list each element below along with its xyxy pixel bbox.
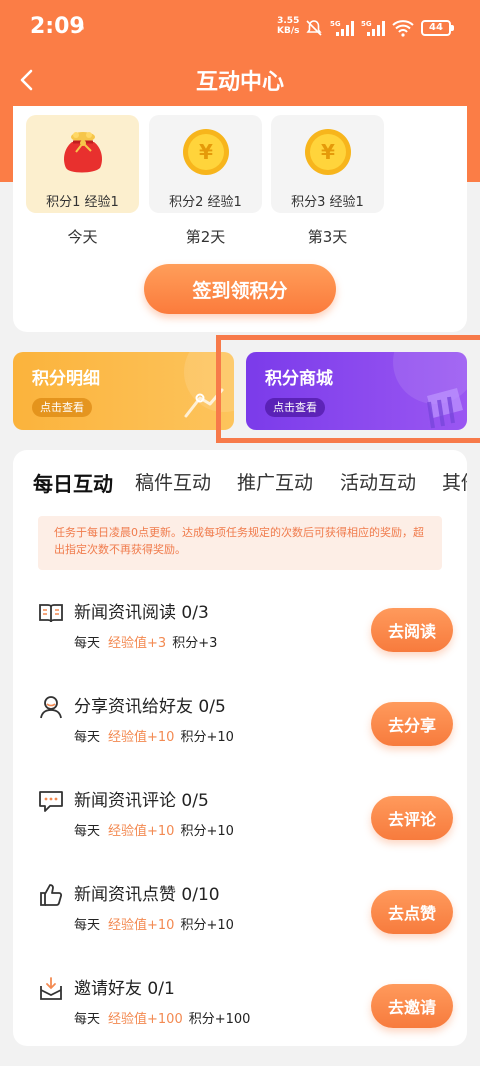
wifi-icon: [392, 20, 414, 37]
checkin-day-label: 今天: [67, 228, 98, 246]
checkin-card: 积分1 经验1 今天 ¥ 积分2 经验1 第2天 ¥ 积分3 经验1 第3天 签…: [13, 106, 467, 332]
tab-activity[interactable]: 活动互动: [340, 468, 416, 495]
status-icons: 5G 5G 44: [305, 16, 454, 40]
signal-5g-icon: 5G: [361, 20, 385, 36]
tab-other[interactable]: 其他: [442, 468, 467, 495]
task-reward: 每天 经验值+10 积分+10: [74, 824, 234, 839]
thumbs-up-icon: [40, 884, 63, 906]
promo-title: 积分明细: [32, 369, 100, 389]
svg-text:¥: ¥: [321, 140, 335, 164]
tab-daily[interactable]: 每日互动: [33, 468, 113, 497]
invite-mail-icon: [40, 977, 62, 1000]
task-title: 新闻资讯评论 0/5: [74, 791, 209, 811]
promo-title: 积分商城: [265, 369, 333, 389]
task-panel: 每日互动 稿件互动 推广互动 活动互动 其他 任务于每日凌晨0点更新。达成每项任…: [13, 450, 467, 1046]
checkin-day-label: 第2天: [185, 228, 226, 246]
network-speed: 3.55 KB/s: [277, 16, 300, 36]
status-time: 2:09: [30, 14, 85, 39]
task-invite-button[interactable]: 去邀请: [371, 984, 453, 1028]
app-header: 互动中心: [0, 56, 480, 106]
signal-5g-icon: 5G: [330, 20, 354, 36]
checkin-reward: 积分1 经验1: [46, 195, 119, 210]
svg-text:5G: 5G: [330, 20, 341, 28]
checkin-day-label: 第3天: [307, 228, 348, 246]
mute-icon: [306, 20, 322, 36]
task-title: 邀请好友 0/1: [74, 979, 175, 999]
task-share-button[interactable]: 去分享: [371, 702, 453, 746]
signin-button[interactable]: 签到领积分: [144, 264, 336, 314]
task-comment-button[interactable]: 去评论: [371, 796, 453, 840]
checkin-reward: 积分3 经验1: [291, 195, 364, 210]
checkin-day-1[interactable]: 积分1 经验1 今天: [26, 115, 139, 247]
chart-line-icon: [184, 352, 234, 418]
task-item: 分享资讯给好友 0/5 每天 经验值+10 积分+10 去分享: [38, 688, 453, 758]
svg-text:5G: 5G: [361, 20, 372, 28]
task-reward: 每天 经验值+10 积分+10: [74, 918, 234, 933]
task-notice: 任务于每日凌晨0点更新。达成每项任务规定的次数后可获得相应的奖励，超出指定次数不…: [38, 516, 442, 570]
gold-coin-icon: ¥: [305, 129, 351, 175]
tab-promotion[interactable]: 推广互动: [237, 468, 313, 495]
red-gift-bag-icon: [64, 132, 102, 173]
checkin-day-box: 积分1 经验1: [26, 115, 139, 213]
book-icon: [39, 604, 63, 623]
task-read-button[interactable]: 去阅读: [371, 608, 453, 652]
notification-dot: [80, 26, 84, 30]
points-mall-card[interactable]: 积分商城 点击查看: [246, 352, 467, 430]
points-detail-card[interactable]: 积分明细 点击查看: [13, 352, 234, 430]
checkin-day-box: ¥ 积分2 经验1: [149, 115, 262, 213]
task-reward: 每天 经验值+100 积分+100: [74, 1012, 251, 1027]
comment-icon: [39, 791, 63, 812]
checkin-day-box: ¥ 积分3 经验1: [271, 115, 384, 213]
page-title: 互动中心: [195, 70, 284, 95]
status-bar: 2:09 3.55 KB/s 5G 5G 44: [0, 0, 480, 56]
task-like-button[interactable]: 去点赞: [371, 890, 453, 934]
task-title: 新闻资讯点赞 0/10: [74, 885, 220, 905]
gold-coin-icon: ¥: [183, 129, 229, 175]
task-item: 新闻资讯阅读 0/3 每天 经验值+3 积分+3 去阅读: [38, 594, 453, 664]
task-reward: 每天 经验值+3 积分+3: [74, 636, 218, 651]
checkin-day-3[interactable]: ¥ 积分3 经验1 第3天: [271, 115, 384, 247]
task-item: 邀请好友 0/1 每天 经验值+100 积分+100 去邀请: [38, 970, 453, 1040]
battery-icon: 44: [421, 20, 454, 36]
checkin-day-2[interactable]: ¥ 积分2 经验1 第2天: [149, 115, 262, 247]
share-user-icon: [40, 696, 62, 719]
tab-manuscript[interactable]: 稿件互动: [135, 468, 211, 495]
task-reward: 每天 经验值+10 积分+10: [74, 730, 234, 745]
task-item: 新闻资讯评论 0/5 每天 经验值+10 积分+10 去评论: [38, 782, 453, 852]
task-title: 新闻资讯阅读 0/3: [74, 603, 209, 623]
task-item: 新闻资讯点赞 0/10 每天 经验值+10 积分+10 去点赞: [38, 876, 453, 946]
checkin-reward: 积分2 经验1: [169, 195, 242, 210]
view-detail-button[interactable]: 点击查看: [32, 398, 92, 417]
svg-text:¥: ¥: [199, 140, 213, 164]
task-title: 分享资讯给好友 0/5: [74, 697, 226, 717]
task-tabs: 每日互动 稿件互动 推广互动 活动互动 其他: [13, 468, 467, 502]
view-mall-button[interactable]: 点击查看: [265, 398, 325, 417]
shop-awning-icon: [393, 352, 467, 429]
